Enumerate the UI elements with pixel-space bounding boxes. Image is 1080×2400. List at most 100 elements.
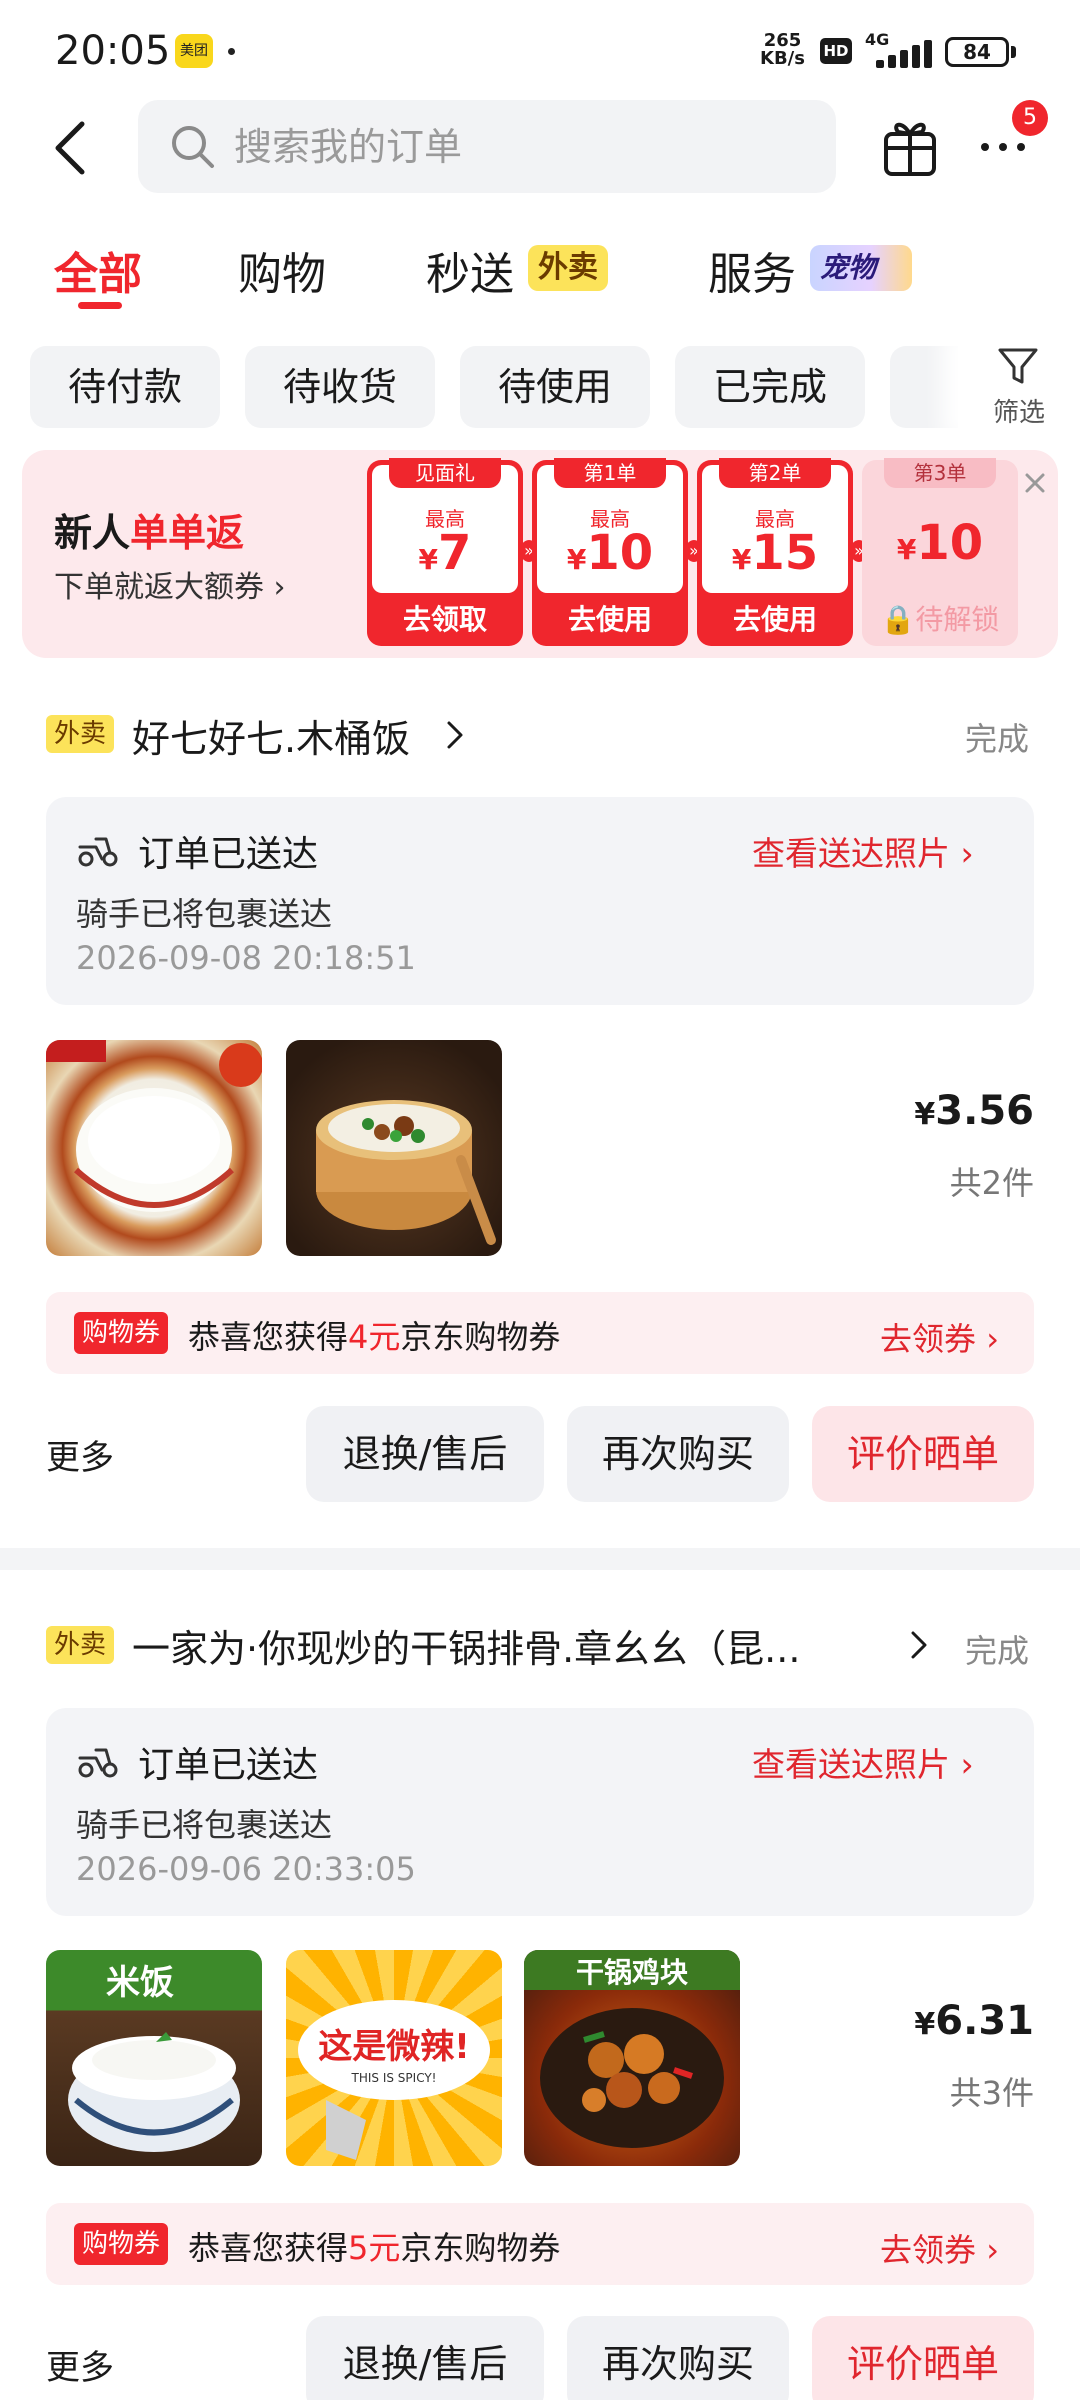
notification-dot [228, 48, 235, 55]
waimai-tag: 外卖 [528, 245, 608, 291]
product-image-wooden-bucket-rice[interactable] [286, 1040, 502, 1256]
promo-subtitle[interactable]: 下单就返大额券 › [54, 562, 286, 606]
battery-tip [1011, 46, 1016, 58]
chevron-right-icon [911, 1631, 927, 1659]
voucher-message: 恭喜您获得4元京东购物券 [188, 1318, 561, 1356]
coupon-amount: ¥10 [566, 525, 654, 581]
gift-icon [884, 122, 936, 176]
more-actions-button[interactable]: 更多 [46, 2340, 114, 2389]
chip-pending-payment[interactable]: 待付款 [30, 346, 220, 428]
tab-services[interactable]: 服务 [708, 238, 796, 302]
product-image-plain-rice[interactable]: 米饭 [46, 1950, 262, 2166]
chevron-right-icon: › [950, 1745, 974, 1784]
search-icon [172, 126, 214, 168]
coupon-welcome[interactable]: 最高 ¥7 见面礼 去领取 [367, 458, 523, 646]
product-image-dry-pot-chicken[interactable]: 干锅鸡块 [524, 1950, 740, 2166]
thumb-label-this-is-spicy: THIS IS SPICY! [351, 2071, 437, 2085]
filter-button[interactable]: 筛选 [958, 330, 1080, 440]
chip-pending-receipt[interactable]: 待收货 [245, 346, 435, 428]
battery-icon: 84 [945, 37, 1009, 67]
view-delivery-photo-link[interactable]: 查看送达照片 › [752, 827, 974, 875]
product-image-spicy-level[interactable]: 这是微辣! THIS IS SPICY! [286, 1950, 502, 2166]
order-total-price: ¥3.56 [914, 1088, 1034, 1134]
hd-icon: HD [820, 38, 852, 64]
meituan-app-icon: 美团 [175, 34, 213, 68]
order-status: 完成 [965, 720, 1030, 758]
gift-button[interactable] [880, 112, 940, 178]
delivery-status-panel[interactable]: 订单已送达 查看送达照片 › 骑手已将包裹送达 2026-09-06 20:33… [46, 1708, 1034, 1916]
buy-again-button[interactable]: 再次购买 [567, 2316, 789, 2400]
promo-title-highlight: 单单返 [130, 511, 245, 555]
status-time: 20:05 [55, 28, 171, 74]
product-image-rice-bowl[interactable] [46, 1040, 262, 1256]
lock-icon: 🔒 [880, 603, 916, 636]
coupon-tag: 第3单 [884, 458, 996, 488]
review-button[interactable]: 评价晒单 [812, 1406, 1034, 1502]
coupon-amount: ¥10 [896, 515, 984, 571]
claim-voucher-link[interactable]: 去领券 › [880, 1314, 999, 1360]
voucher-tag: 购物券 [74, 1312, 169, 1354]
chevron-right-icon [447, 721, 463, 749]
order-status: 完成 [965, 1632, 1030, 1670]
order-list-screen: { "status_bar": { "time": "20:05", "app_… [0, 0, 1080, 2400]
promo-title: 新人单单返 [54, 502, 244, 557]
scooter-icon [78, 1748, 118, 1778]
chevron-right-icon: › [950, 834, 974, 873]
pet-tag: 宠物 [810, 245, 912, 291]
network-speed: 265 KB/s [760, 32, 805, 68]
coupon-tag: 第2单 [719, 458, 831, 488]
shop-name[interactable]: 好七好七.木桶饭 [132, 708, 410, 763]
active-tab-indicator [78, 302, 122, 309]
chevron-left-icon [55, 121, 85, 175]
coupon-cta: 去使用 [732, 603, 817, 636]
voucher-banner[interactable]: 购物券 恭喜您获得5元京东购物券 去领券 › [46, 2203, 1034, 2285]
promo-subtitle-text: 下单就返大额券 [54, 570, 264, 605]
buy-again-button[interactable]: 再次购买 [567, 1406, 789, 1502]
status-bar: 20:05 美团 265 KB/s HD 4G 84 [0, 0, 1080, 100]
funnel-icon [998, 348, 1038, 384]
item-count: 共2件 [949, 1164, 1034, 1202]
delivery-title: 订单已送达 [138, 834, 319, 875]
delivery-subtitle: 骑手已将包裹送达 [76, 1806, 333, 1844]
scooter-icon [78, 837, 118, 867]
coupon-tag: 见面礼 [389, 458, 501, 488]
delivery-status-panel[interactable]: 订单已送达 查看送达照片 › 骑手已将包裹送达 2026-09-08 20:18… [46, 797, 1034, 1005]
item-count: 共3件 [949, 2074, 1034, 2112]
thumb-label-chicken: 干锅鸡块 [576, 1956, 688, 1989]
shop-name[interactable]: 一家为·你现炒的干锅排骨.章幺幺（昆... [132, 1618, 872, 1673]
coupon-locked-label: 🔒待解锁 [880, 603, 1000, 636]
view-delivery-photo-link[interactable]: 查看送达照片 › [752, 1738, 974, 1786]
signal-icon [868, 40, 932, 68]
order-type-tag: 外卖 [46, 715, 115, 753]
order-total-price: ¥6.31 [914, 1998, 1034, 2044]
voucher-banner[interactable]: 购物券 恭喜您获得4元京东购物券 去领券 › [46, 1292, 1034, 1374]
chip-pending-use[interactable]: 待使用 [460, 346, 650, 428]
chip-completed[interactable]: 已完成 [675, 346, 865, 428]
promo-title-prefix: 新人 [54, 511, 131, 555]
filter-label: 筛选 [992, 398, 1045, 428]
coupon-order-1[interactable]: 最高 ¥10 第1单 去使用 [532, 458, 688, 646]
return-aftersales-button[interactable]: 退换/售后 [306, 2316, 544, 2400]
tab-all[interactable]: 全部 [54, 238, 142, 302]
review-button[interactable]: 评价晒单 [812, 2316, 1034, 2400]
search-bar[interactable] [138, 100, 836, 193]
section-divider [0, 1548, 1080, 1570]
search-input[interactable] [234, 100, 794, 193]
return-aftersales-button[interactable]: 退换/售后 [306, 1406, 544, 1502]
coupon-order-3-locked: ¥10 第3单 🔒待解锁 [862, 458, 1018, 646]
coupon-tag: 第1单 [554, 458, 666, 488]
delivery-title: 订单已送达 [138, 1745, 319, 1786]
thumb-label-mild-spicy: 这是微辣! [318, 2027, 470, 2067]
speed-unit: KB/s [760, 48, 805, 69]
voucher-tag: 购物券 [74, 2223, 169, 2265]
promo-close-button[interactable] [1018, 466, 1052, 500]
close-icon [1025, 473, 1045, 493]
coupon-amount: ¥7 [418, 525, 472, 581]
back-button[interactable] [48, 118, 98, 178]
coupon-order-2[interactable]: 最高 ¥15 第2单 去使用 [697, 458, 853, 646]
claim-voucher-link[interactable]: 去领券 › [880, 2225, 999, 2271]
delivery-time: 2026-09-06 20:33:05 [76, 1850, 416, 1888]
tab-instant-delivery[interactable]: 秒送 [426, 238, 514, 302]
more-actions-button[interactable]: 更多 [46, 1430, 114, 1479]
tab-shopping[interactable]: 购物 [238, 238, 326, 302]
